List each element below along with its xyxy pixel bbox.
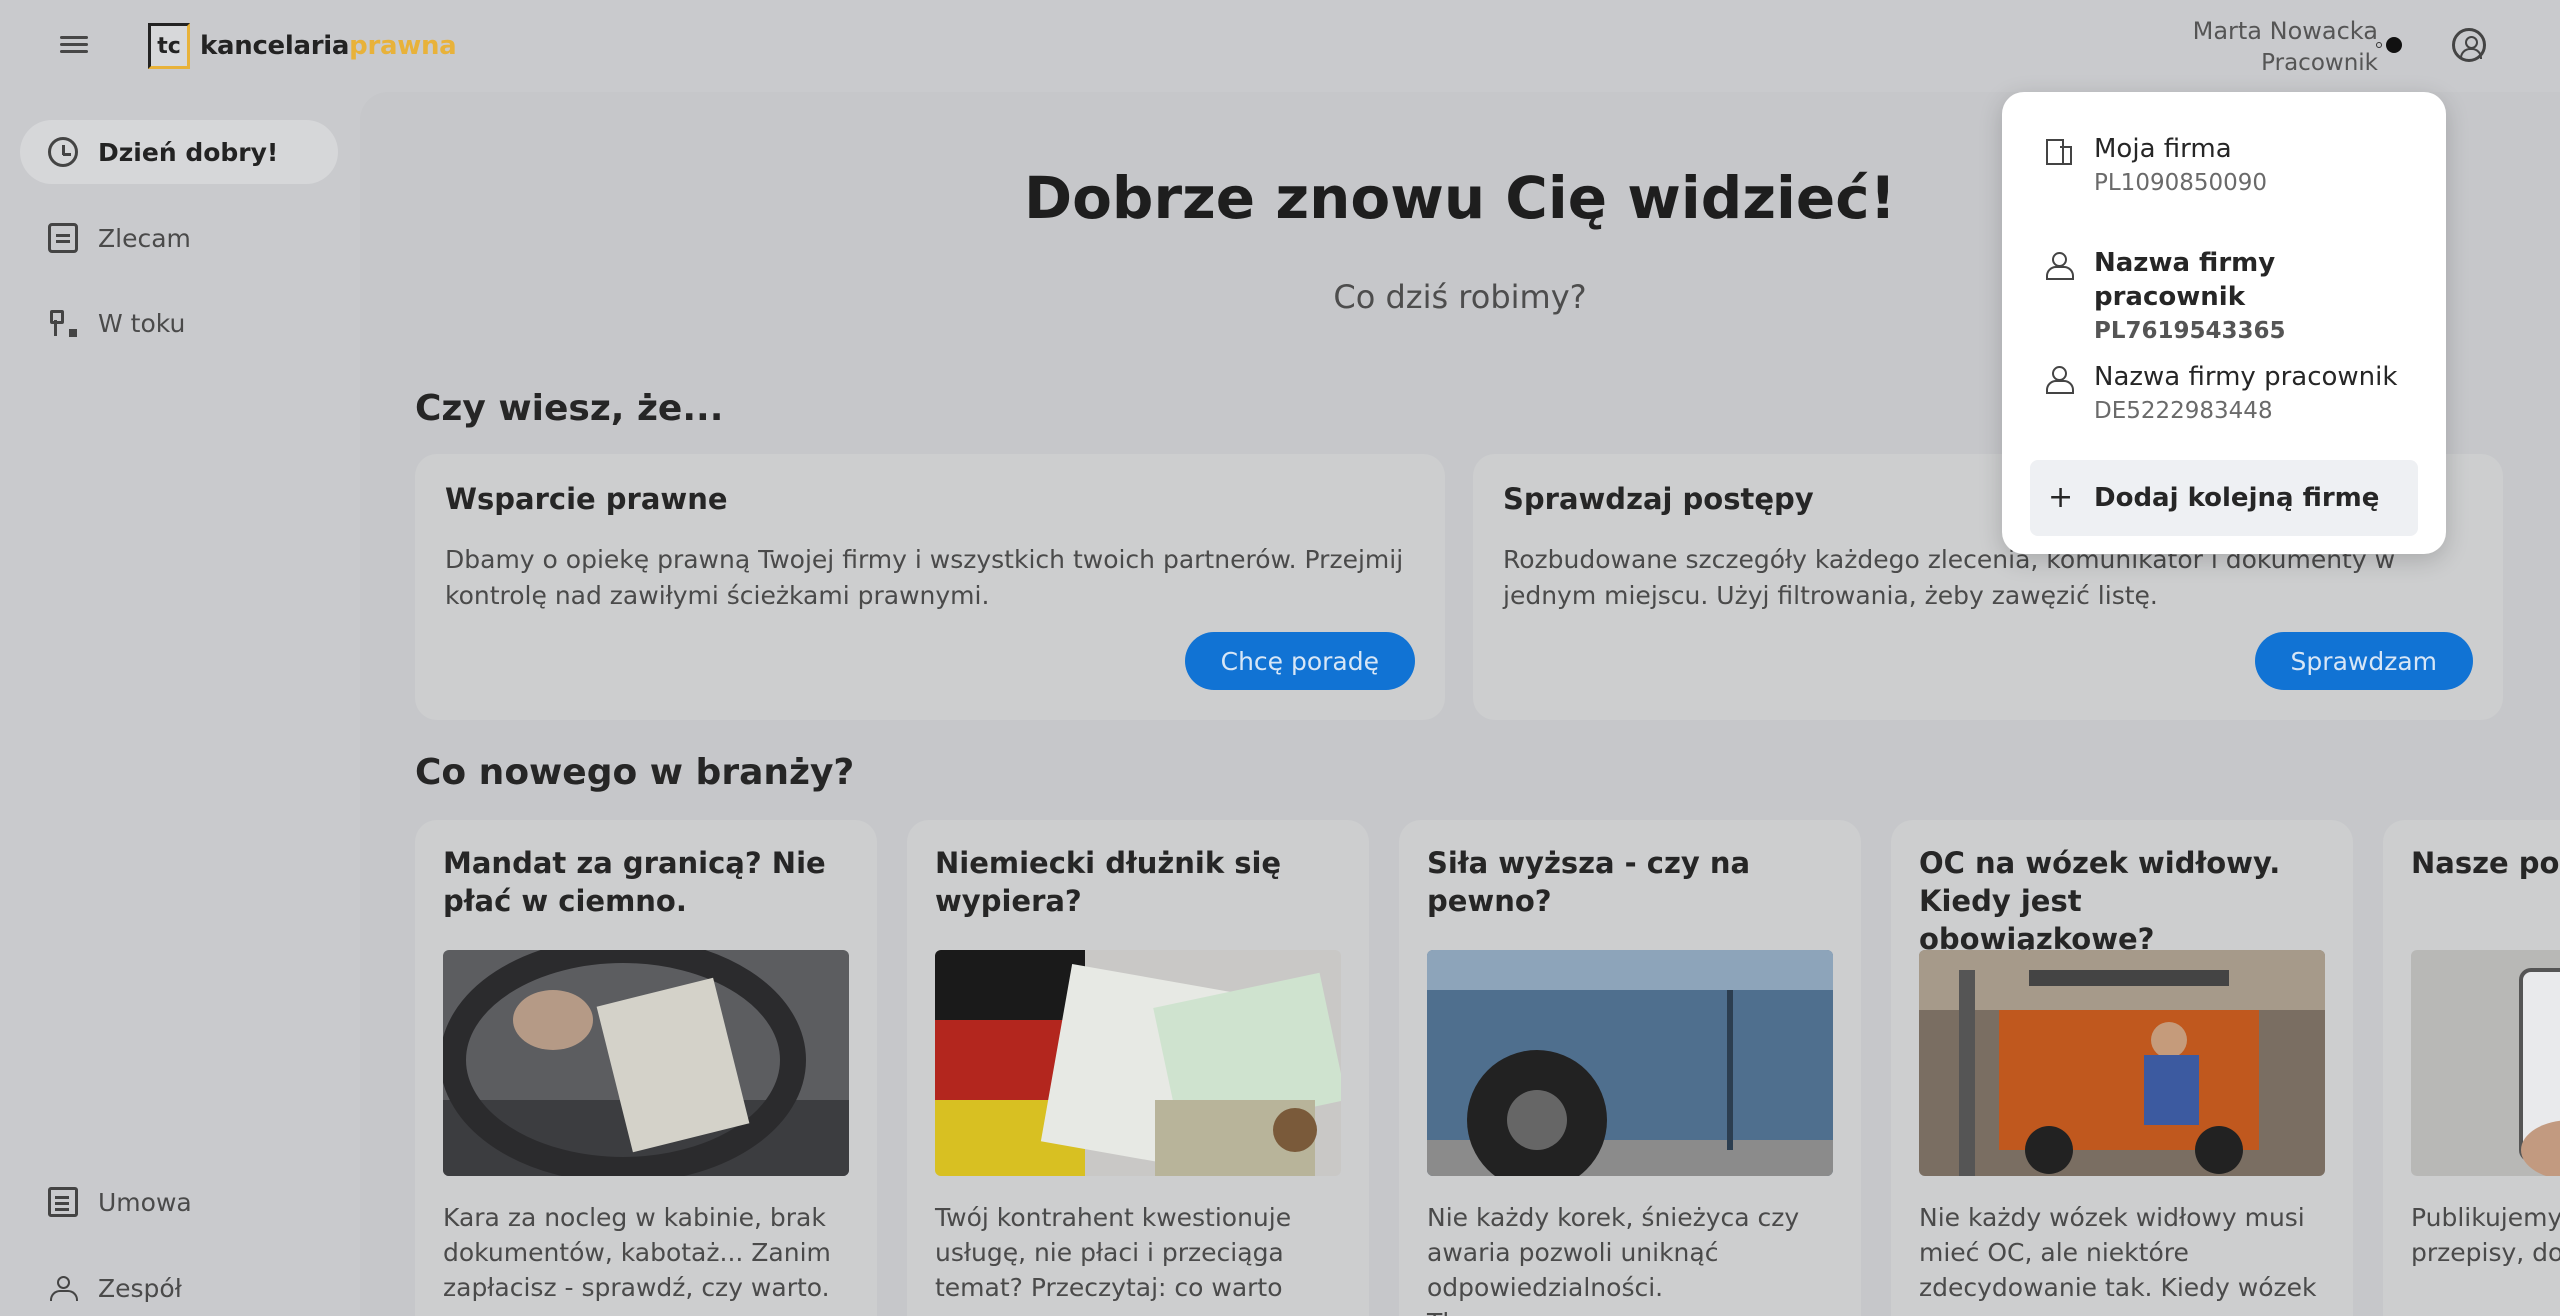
- account-icon[interactable]: [2452, 28, 2486, 62]
- company-option-pracownik-de[interactable]: Nazwa firmy pracownik DE5222983448: [2030, 350, 2418, 464]
- sidebar-item-dzien-dobry[interactable]: Dzień dobry!: [20, 120, 338, 184]
- tip-card-text: Dbamy o opiekę prawną Twojej firmy i wsz…: [445, 545, 1404, 610]
- sidebar-item-w-toku[interactable]: W toku: [20, 291, 338, 355]
- news-card-title: OC na wózek widłowy. Kiedy jest obowiązk…: [1919, 846, 2281, 956]
- tip-card-title: Wsparcie prawne: [445, 482, 728, 516]
- news-card-text: Twój kontrahent kwestionuje usługę, nie …: [935, 1203, 1292, 1302]
- user-role: Pracownik: [2261, 50, 2378, 76]
- person-icon: [2044, 250, 2074, 280]
- team-icon: [48, 1273, 78, 1303]
- company-option-moja-firma[interactable]: Moja firma PL1090850090: [2030, 122, 2418, 236]
- news-section-title: Co nowego w branży?: [415, 752, 855, 793]
- news-card[interactable]: Siła wyższa - czy na pewno? Nie każdy ko…: [1399, 820, 1861, 1316]
- news-card-title: Niemiecki dłużnik się wypiera?: [935, 846, 1282, 918]
- building-icon: [2044, 136, 2072, 165]
- document-icon: [48, 223, 78, 253]
- news-card[interactable]: OC na wózek widłowy. Kiedy jest obowiązk…: [1891, 820, 2353, 1316]
- menu-icon[interactable]: [60, 32, 88, 58]
- user-name: Marta Nowacka: [2192, 17, 2378, 45]
- company-name: Moja firma: [2094, 134, 2232, 164]
- news-card-text: Nie każdy korek, śnieżyca czy awaria poz…: [1427, 1203, 1800, 1316]
- company-nip: PL1090850090: [2094, 170, 2268, 196]
- sidebar-item-zlecam[interactable]: Zlecam: [20, 206, 338, 270]
- plus-icon: +: [2048, 480, 2074, 515]
- news-card[interactable]: Niemiecki dłużnik się wypiera? Twój kont…: [907, 820, 1369, 1316]
- top-bar: tc kancelariaprawna Marta Nowacka Pracow…: [0, 0, 2560, 92]
- news-card-title: Siła wyższa - czy na pewno?: [1427, 846, 1751, 918]
- news-card-title: Mandat za granicą? Nie płać w ciemno.: [443, 846, 826, 918]
- company-nip: PL7619543365: [2094, 318, 2286, 344]
- add-company-label: Dodaj kolejną firmę: [2094, 483, 2380, 513]
- user-info: Marta Nowacka Pracownik: [2193, 14, 2378, 78]
- company-name: Nazwa firmy pracownik: [2094, 362, 2398, 392]
- news-card-text: Nie każdy wózek widłowy musi mieć OC, al…: [1919, 1203, 2317, 1302]
- get-advice-button[interactable]: Chcę poradę: [1184, 632, 1415, 690]
- news-image-bus: [1427, 950, 1833, 1176]
- sidebar-item-label: Zespół: [98, 1273, 182, 1303]
- add-company-button[interactable]: + Dodaj kolejną firmę: [2030, 460, 2418, 536]
- logo-mark: tc: [148, 23, 190, 69]
- news-image-phone: [2411, 950, 2560, 1176]
- company-nip: DE5222983448: [2094, 398, 2273, 424]
- contract-icon: [48, 1187, 78, 1217]
- sidebar-item-label: Umowa: [98, 1187, 192, 1217]
- flow-icon: [48, 308, 78, 338]
- sidebar-item-label: W toku: [98, 308, 186, 338]
- news-card-text: Kara za nocleg w kabinie, brak dokumentó…: [443, 1203, 831, 1302]
- person-icon: [2044, 364, 2074, 394]
- sidebar-item-label: Zlecam: [98, 223, 191, 253]
- news-image-german-flag: [935, 950, 1341, 1176]
- sidebar-item-umowa[interactable]: Umowa: [20, 1170, 338, 1234]
- news-card-title: Nasze pod z LinkedIn: [2411, 846, 2560, 880]
- clock-icon: [48, 137, 78, 167]
- sidebar-item-label: Dzień dobry!: [98, 137, 279, 167]
- sidebar: Dzień dobry! Zlecam W toku Umowa Zespół: [0, 92, 356, 1316]
- sidebar-item-zespol[interactable]: Zespół: [20, 1256, 338, 1316]
- news-card[interactable]: Mandat za granicą? Nie płać w ciemno. Ka…: [415, 820, 877, 1316]
- company-name: Nazwa firmy pracownik: [2094, 248, 2276, 312]
- logo[interactable]: tc kancelariaprawna: [148, 22, 457, 70]
- tips-section-title: Czy wiesz, że...: [415, 388, 724, 429]
- news-card[interactable]: Nasze pod z LinkedIn Publikujemy firm tr…: [2383, 820, 2560, 1316]
- tip-card-legal-support: Wsparcie prawne Dbamy o opiekę prawną Tw…: [415, 454, 1445, 720]
- company-switcher-dropdown: Moja firma PL1090850090 Nazwa firmy prac…: [2002, 92, 2446, 554]
- company-switch-icon[interactable]: [2374, 36, 2408, 54]
- logo-text: kancelariaprawna: [200, 31, 457, 61]
- check-button[interactable]: Sprawdzam: [2254, 632, 2473, 690]
- news-image-forklift: [1919, 950, 2325, 1176]
- news-card-text: Publikujemy firm transpo przepisy, dob: [2411, 1203, 2560, 1267]
- news-image-steering-wheel: [443, 950, 849, 1176]
- company-option-pracownik-pl[interactable]: Nazwa firmy pracownik PL7619543365: [2030, 236, 2418, 350]
